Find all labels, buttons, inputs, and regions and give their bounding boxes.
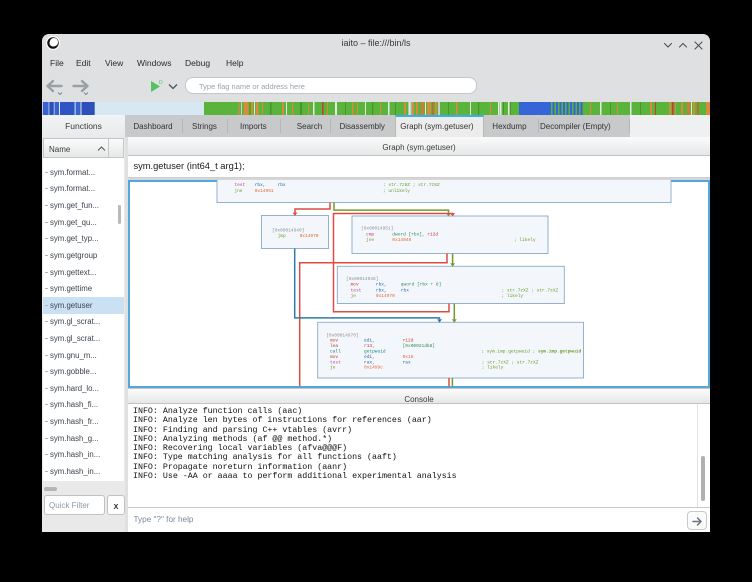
- svg-text:rax: rax: [403, 359, 411, 365]
- svg-text:edi,: edi,: [364, 337, 375, 343]
- svg-text:dword [rbx],: dword [rbx],: [392, 231, 424, 237]
- svg-text:; likely: ; likely: [502, 293, 524, 299]
- svg-text:rbx,: rbx,: [376, 287, 387, 293]
- svg-text:0x14951: 0x14951: [255, 188, 274, 194]
- svg-text:0x14948: 0x14948: [392, 237, 411, 243]
- svg-text:0x18: 0x18: [403, 353, 414, 359]
- svg-text:r13,: r13,: [364, 343, 375, 349]
- svg-text:rbx: rbx: [278, 182, 286, 188]
- svg-text:[0x00014970]: [0x00014970]: [326, 332, 358, 338]
- svg-text:getpwuid: getpwuid: [364, 348, 386, 354]
- svg-text:mov: mov: [330, 354, 338, 359]
- svg-text:0x1499c: 0x1499c: [364, 364, 383, 370]
- svg-text:[0x00014951]: [0x00014951]: [361, 225, 393, 231]
- svg-text:0x14970: 0x14970: [300, 233, 319, 239]
- svg-text:sym.imp.getpwuid: sym.imp.getpwuid: [538, 348, 582, 354]
- svg-text:; str.7z8Z ; str.7z8Z: ; str.7z8Z ; str.7z8Z: [383, 182, 440, 188]
- svg-text:[0x00021db8]: [0x00021db8]: [403, 343, 435, 349]
- svg-text:0x14970: 0x14970: [376, 293, 395, 299]
- svg-text:mov: mov: [330, 338, 338, 343]
- svg-text:jne: jne: [234, 188, 242, 194]
- svg-text:jne: jne: [366, 237, 374, 243]
- svg-text:rbx,: rbx,: [255, 182, 266, 188]
- svg-text:jmp: jmp: [278, 233, 286, 239]
- svg-text:[0x00014940]: [0x00014940]: [272, 227, 304, 233]
- svg-text:rbx: rbx: [401, 287, 409, 293]
- svg-text:test: test: [351, 287, 362, 293]
- svg-text:je: je: [330, 364, 336, 370]
- svg-text:D: D: [159, 80, 163, 86]
- svg-text:; likely: ; likely: [514, 237, 536, 243]
- svg-text:r12d: r12d: [427, 231, 438, 237]
- svg-text:cmp: cmp: [366, 232, 374, 237]
- svg-text:qword [rbx + 8]: qword [rbx + 8]: [401, 281, 442, 287]
- svg-text:rbx,: rbx,: [376, 281, 387, 287]
- svg-text:rax,: rax,: [364, 359, 375, 365]
- svg-text:test: test: [330, 359, 341, 365]
- svg-text:je: je: [351, 293, 357, 299]
- svg-text:; likely: ; likely: [482, 364, 504, 370]
- svg-text:; unlikely: ; unlikely: [383, 188, 410, 194]
- svg-text:r12d: r12d: [403, 337, 414, 343]
- svg-text:edi,: edi,: [364, 353, 375, 359]
- svg-text:mov: mov: [351, 282, 359, 287]
- svg-text:lea: lea: [330, 343, 338, 349]
- svg-text:[0x00014948]: [0x00014948]: [346, 275, 378, 281]
- svg-text:call: call: [330, 348, 341, 354]
- svg-text:; sym.imp.getpwuid ;: ; sym.imp.getpwuid ;: [481, 348, 535, 354]
- svg-text:; str.7zXZ ; str.7zXZ: ; str.7zXZ ; str.7zXZ: [482, 359, 539, 365]
- svg-text:test: test: [234, 182, 245, 188]
- svg-text:; str.7zXZ ; str.7zXZ: ; str.7zXZ ; str.7zXZ: [502, 287, 559, 293]
